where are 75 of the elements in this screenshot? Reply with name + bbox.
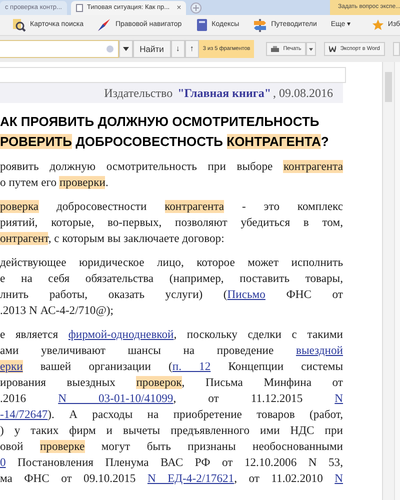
text-span: ирования выездных [0,376,116,389]
text-span: АК ПРОЯВИТЬ ДОЛЖНУЮ ОСМОТРИТЕЛЬНОСТЬ [0,114,320,129]
caret-icon [122,47,129,51]
text-span: .2016 [0,392,28,405]
book-icon [196,18,208,32]
caret-icon [309,48,314,50]
text-span: , Письма Минфина от [182,376,343,389]
text-span: роявить должную осмотрительность при выборе [0,160,274,173]
document-link[interactable]: ерки [0,360,23,373]
clear-icon[interactable] [106,45,114,53]
text-span: ма ФНС от 09.10.2015 [0,472,137,485]
star-icon [372,19,384,31]
text-span: добросовестности [55,200,148,213]
text-span: , с которым вы заключаете договор: [48,232,224,245]
text-span: - это комплекс [241,200,343,213]
document-link[interactable]: N 03-01-10/41099 [58,392,174,405]
highlighted-term: онтрагент [0,232,48,245]
text-span: Концепции системы [227,360,343,373]
highlighted-term: РОВЕРИТЬ [0,134,72,149]
text-span: ФНС от [285,288,343,301]
publisher-text: , 09.08.2016 [273,85,333,102]
text-span: е на себя обязательства (например, поставить товары, [0,272,343,285]
text-span: о путем его [0,176,58,189]
highlighted-term: контрагента [283,160,343,173]
print-dropdown[interactable] [306,42,316,56]
close-icon[interactable]: × [176,4,182,12]
text-span: действующее юридическое лицо, которое может исполнить [0,256,343,269]
highlighted-term: проверки [59,176,106,189]
document-link[interactable]: Письмо [227,288,266,301]
compass-needle-icon [97,18,112,32]
text-span: вашей организации ( [39,360,172,373]
text-span: овой [0,440,24,453]
text-span: ? [320,134,329,149]
highlighted-term: проверок [136,376,182,389]
text-span: , от 11.02.2010 [234,472,324,485]
text-span: . [105,176,108,189]
signpost-icon [253,18,268,32]
document-link[interactable]: 0 [0,456,6,469]
text-span: е является [0,328,60,341]
text-span: могут быть признаны необоснованными [100,440,343,453]
text-span: риятий, которые, во-первых, позволяют убедиться в том, [0,216,343,229]
partial-button[interactable] [392,42,400,56]
text-span: ) у таких фирм и вычеты предъявленного ими НДС при [0,424,343,437]
text-span: .2013 N АС-4-2/710@); [0,304,114,317]
document-link[interactable]: N ЕД-4-2/17621 [147,472,234,485]
document-link[interactable]: -14/72647 [0,408,48,421]
publisher-link[interactable]: "Главная книга" [178,84,271,102]
search-icon [12,18,26,32]
publisher-text: Издательство [104,85,174,102]
text-span: ами увеличивают шансы на проведение [0,344,275,357]
text-span: ). А расходы на приобретение товаров (работ, [48,408,343,421]
printer-icon [271,46,280,52]
highlighted-term: КОНТРАГЕНТА [226,134,321,149]
text-span: , поскольку сделки с такими [174,328,343,341]
word-icon [329,46,336,52]
find-button[interactable]: Найти [132,40,171,58]
page-icon [76,4,83,12]
text-span: , от 11.12.2015 [173,392,304,405]
scrollbar-thumb[interactable] [385,72,392,102]
document-link[interactable]: N [334,472,343,485]
highlighted-term: проверке [40,440,85,453]
document-link[interactable]: фирмой-однодневкой [68,328,174,341]
previous-button[interactable]: ↑ [184,40,199,58]
highlighted-term: контрагента [164,200,224,213]
search-field[interactable] [0,40,119,58]
text-span: лнить работы, оказать услуги) ( [0,288,228,301]
next-button[interactable]: ↓ [170,40,185,58]
document-link[interactable]: п. 12 [172,360,211,373]
document-link[interactable]: N [334,392,344,405]
text-span: Постановления Пленума ВАС РФ от 12.10.2006 N 53, [16,456,343,469]
history-dropdown[interactable] [118,40,133,58]
document-link[interactable]: выездной [296,344,343,357]
new-tab-icon[interactable] [190,2,202,14]
highlighted-term: роверка [0,200,39,213]
text-span: ДОБРОСОВЕСТНОСТЬ [74,134,224,149]
